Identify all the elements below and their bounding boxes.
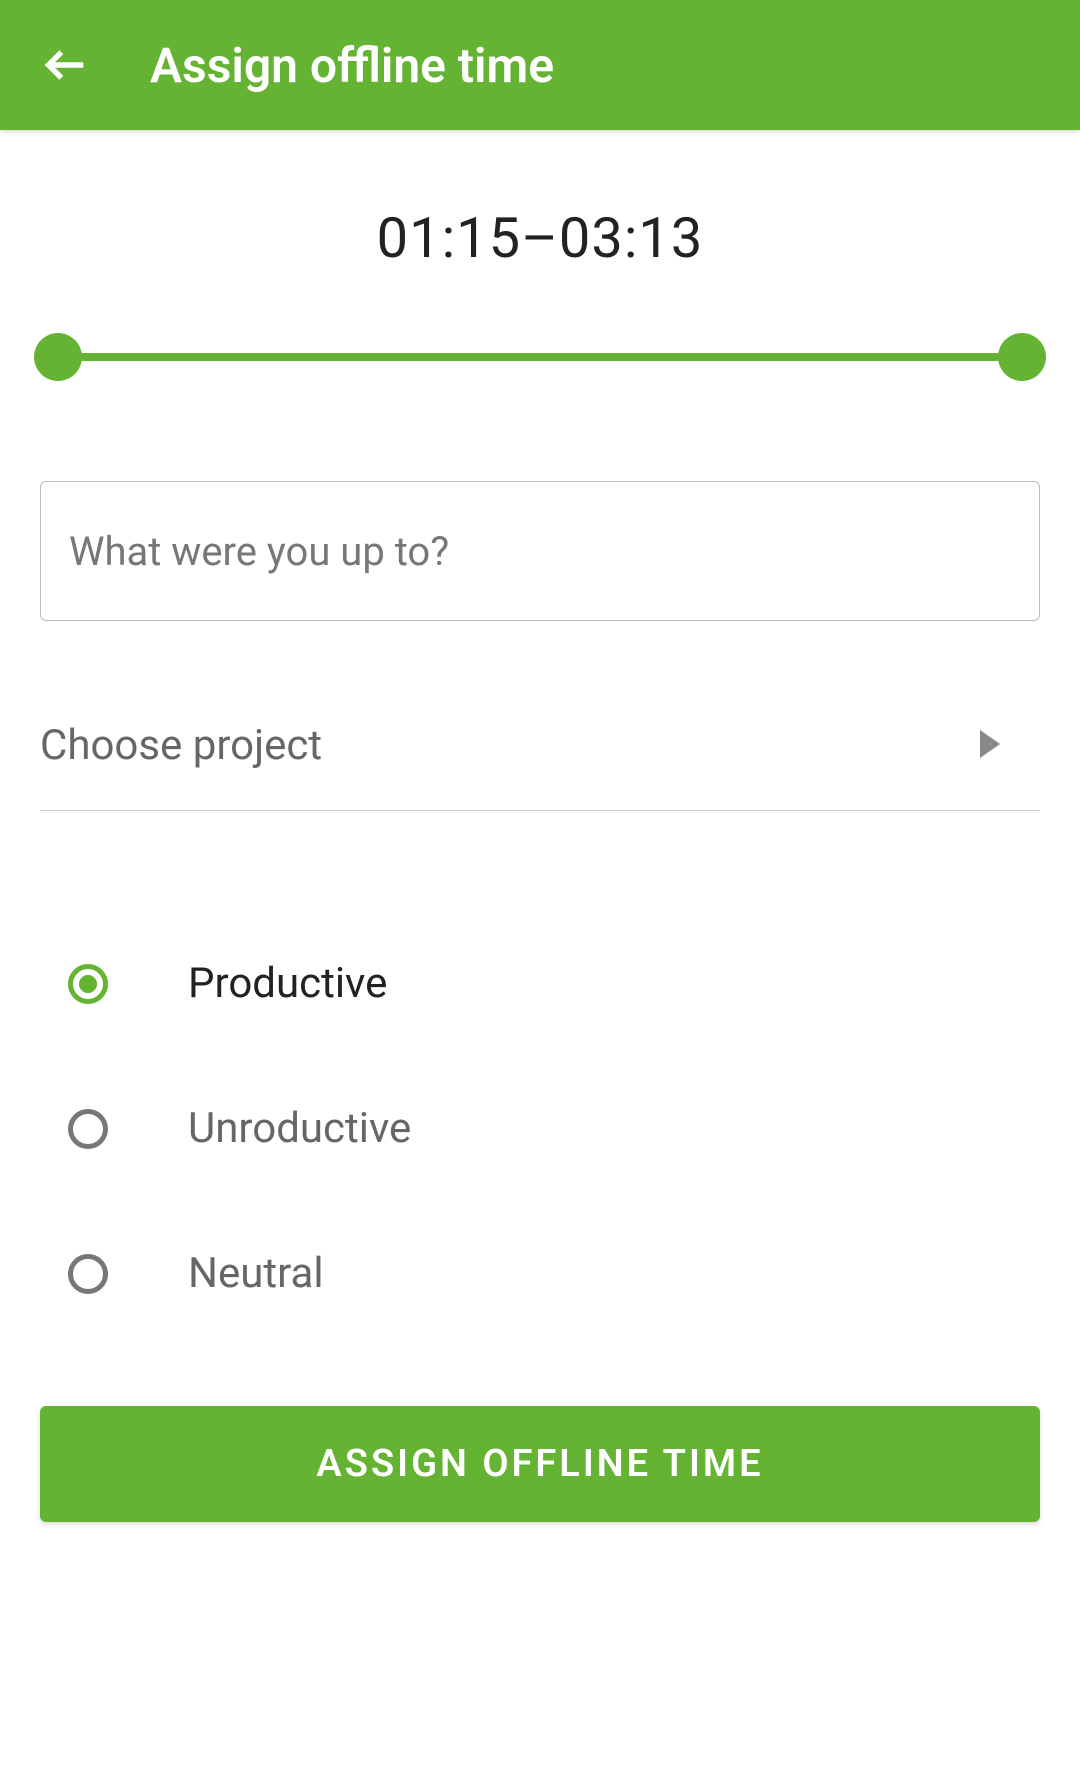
time-slider[interactable] [0,331,1080,381]
radio-label: Unroductive [188,1104,411,1153]
slider-track [70,353,1010,361]
productivity-radio-group: Productive Unroductive Neutral [40,811,1040,1346]
assign-offline-time-button[interactable]: ASSIGN OFFLINE TIME [40,1406,1040,1522]
radio-neutral[interactable]: Neutral [40,1201,1040,1346]
radio-label: Productive [188,959,387,1008]
slider-handle-start[interactable] [34,333,82,381]
radio-icon [68,964,108,1004]
time-range: 01:15–03:13 [0,205,1080,271]
time-range-container: 01:15–03:13 [0,130,1080,331]
radio-icon [68,1254,108,1294]
radio-unproductive[interactable]: Unroductive [40,1056,1040,1201]
chevron-right-icon [980,730,1000,762]
radio-icon [68,1109,108,1149]
choose-project-row[interactable]: Choose project [40,651,1040,811]
radio-productive[interactable]: Productive [40,911,1040,1056]
choose-project-label: Choose project [40,721,322,770]
description-input[interactable] [40,481,1040,621]
page-title: Assign offline time [150,37,554,94]
radio-label: Neutral [188,1249,324,1298]
slider-handle-end[interactable] [998,333,1046,381]
back-arrow-icon[interactable] [40,40,90,90]
app-header: Assign offline time [0,0,1080,130]
